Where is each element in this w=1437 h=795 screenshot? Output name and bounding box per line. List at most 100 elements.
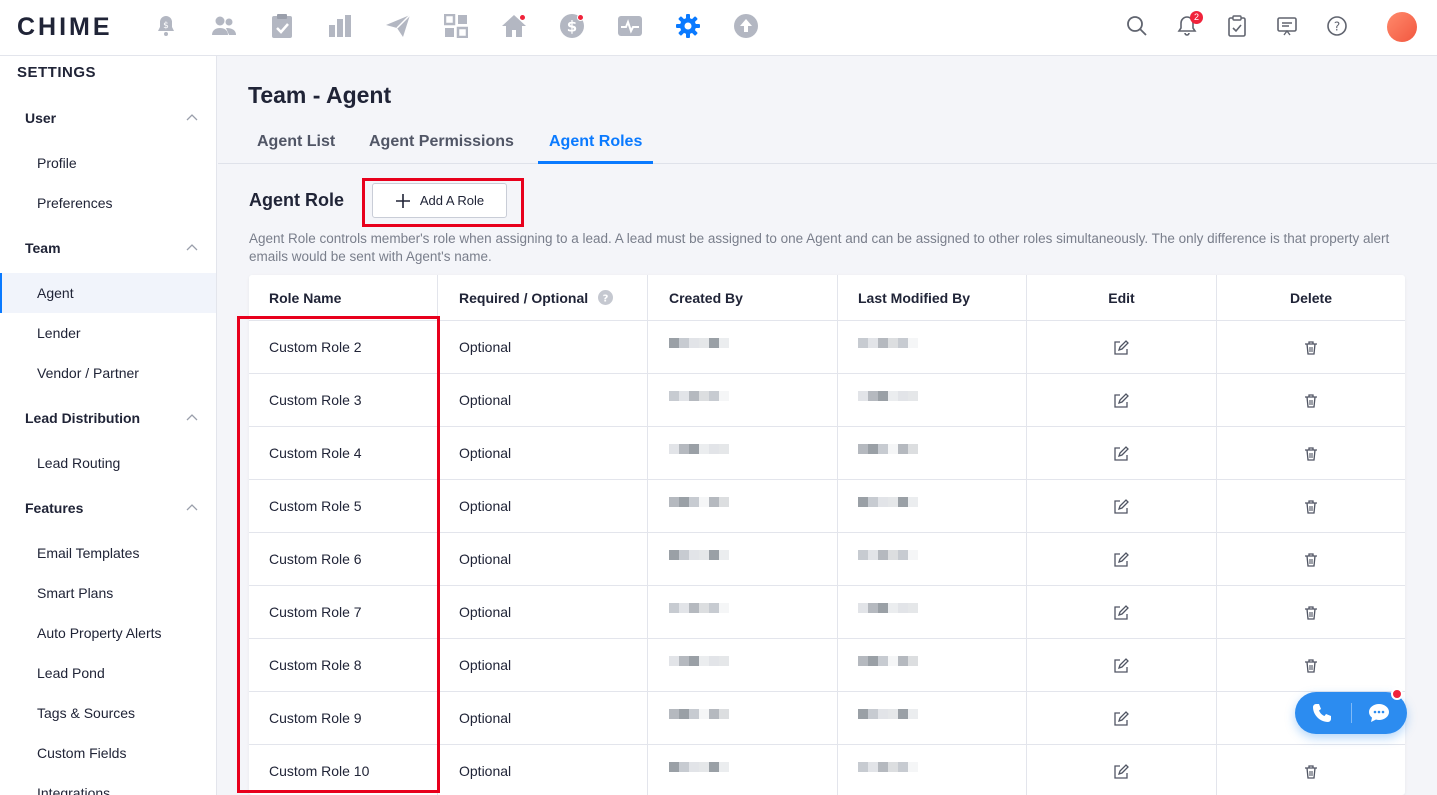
- section-title: Agent Role: [249, 190, 345, 210]
- edit-icon[interactable]: [1113, 711, 1129, 727]
- header-delete: Delete: [1289, 290, 1333, 306]
- tab-agent-list[interactable]: Agent List: [257, 133, 335, 164]
- edit-icon[interactable]: [1113, 340, 1129, 356]
- chevron-up-icon[interactable]: [186, 412, 198, 424]
- help-icon[interactable]: ?: [1323, 12, 1351, 40]
- header-created-by: Created By: [669, 290, 743, 306]
- chat-bubble-icon[interactable]: [1368, 703, 1390, 723]
- edit-icon[interactable]: [1113, 552, 1129, 568]
- header-required-optional-label: Required / Optional: [459, 290, 589, 306]
- sidebar-group-user[interactable]: User: [25, 110, 56, 126]
- floating-contact-widget: [1295, 688, 1407, 734]
- settings-sidebar: SETTINGS User Profile Preferences Team A…: [0, 56, 217, 795]
- trash-icon[interactable]: [1303, 446, 1319, 462]
- help-tooltip-icon[interactable]: ?: [598, 290, 614, 305]
- chevron-up-icon[interactable]: [186, 242, 198, 254]
- people-icon[interactable]: [210, 12, 238, 40]
- sidebar-item-custom-fields[interactable]: Custom Fields: [0, 733, 216, 773]
- edit-icon[interactable]: [1113, 446, 1129, 462]
- edit-icon[interactable]: [1113, 499, 1129, 515]
- sidebar-item-tags-sources[interactable]: Tags & Sources: [0, 693, 216, 733]
- activity-icon[interactable]: [616, 12, 644, 40]
- required-optional-cell: Optional: [459, 763, 512, 779]
- sidebar-item-profile[interactable]: Profile: [0, 143, 216, 183]
- task-clipboard-icon[interactable]: [1223, 12, 1251, 40]
- trash-icon[interactable]: [1303, 499, 1319, 515]
- trash-icon[interactable]: [1303, 340, 1319, 356]
- edit-icon[interactable]: [1113, 393, 1129, 409]
- role-name-cell: Custom Role 9: [269, 710, 362, 726]
- chevron-up-icon[interactable]: [186, 112, 198, 124]
- sidebar-group-team[interactable]: Team: [25, 240, 61, 256]
- sidebar-item-integrations[interactable]: Integrations: [0, 773, 216, 795]
- home-icon[interactable]: [500, 12, 528, 40]
- apps-grid-icon[interactable]: [442, 12, 470, 40]
- dollar-notification-dot: [577, 14, 584, 21]
- sidebar-group-lead-distribution[interactable]: Lead Distribution: [25, 410, 140, 426]
- table-row: Custom Role 8 Optional: [249, 639, 1405, 692]
- chime-logo[interactable]: CHIME: [17, 13, 113, 42]
- table-row: Custom Role 4 Optional: [249, 427, 1405, 480]
- agent-roles-table: Role Name Required / Optional ? Created …: [249, 275, 1405, 795]
- widget-divider: [1351, 703, 1352, 723]
- table-row: Custom Role 6 Optional: [249, 533, 1405, 586]
- tab-agent-roles[interactable]: Agent Roles: [538, 133, 654, 164]
- lead-bell-icon[interactable]: $: [152, 12, 180, 40]
- modified-by-redacted: [858, 391, 948, 401]
- settings-gear-icon[interactable]: [674, 12, 702, 40]
- plus-icon: [395, 193, 410, 208]
- edit-icon[interactable]: [1113, 605, 1129, 621]
- sidebar-group-features[interactable]: Features: [25, 500, 83, 516]
- user-avatar[interactable]: [1387, 12, 1417, 42]
- message-board-icon[interactable]: [1273, 12, 1301, 40]
- role-name-cell: Custom Role 5: [269, 498, 362, 514]
- edit-icon[interactable]: [1113, 764, 1129, 780]
- table-row: Custom Role 10 Optional: [249, 745, 1405, 795]
- add-role-label: Add A Role: [419, 193, 485, 208]
- trash-icon[interactable]: [1303, 764, 1319, 780]
- add-role-button[interactable]: Add A Role: [372, 183, 507, 218]
- search-icon[interactable]: [1123, 12, 1151, 40]
- sidebar-item-auto-property-alerts[interactable]: Auto Property Alerts: [0, 613, 216, 653]
- sidebar-item-preferences[interactable]: Preferences: [0, 183, 216, 223]
- table-row: Custom Role 9 Optional: [249, 692, 1405, 745]
- modified-by-redacted: [858, 603, 948, 613]
- sidebar-item-lead-routing[interactable]: Lead Routing: [0, 443, 216, 483]
- sidebar-item-agent[interactable]: Agent: [0, 273, 216, 313]
- required-optional-cell: Optional: [459, 710, 512, 726]
- sidebar-item-lead-pond[interactable]: Lead Pond: [0, 653, 216, 693]
- required-optional-cell: Optional: [459, 392, 512, 408]
- trash-icon[interactable]: [1303, 658, 1319, 674]
- role-name-cell: Custom Role 6: [269, 551, 362, 567]
- tab-agent-permissions[interactable]: Agent Permissions: [369, 133, 514, 164]
- created-by-redacted: [669, 391, 759, 401]
- required-optional-cell: Optional: [459, 604, 512, 620]
- modified-by-redacted: [858, 444, 948, 454]
- created-by-redacted: [669, 338, 759, 348]
- paper-plane-icon[interactable]: [384, 12, 412, 40]
- trash-icon[interactable]: [1303, 605, 1319, 621]
- modified-by-redacted: [858, 550, 948, 560]
- trash-icon[interactable]: [1303, 393, 1319, 409]
- sidebar-item-vendor-partner[interactable]: Vendor / Partner: [0, 353, 216, 393]
- sidebar-item-email-templates[interactable]: Email Templates: [0, 533, 216, 573]
- sidebar-title: SETTINGS: [17, 64, 97, 81]
- dollar-icon[interactable]: $: [558, 12, 586, 40]
- svg-text:$: $: [163, 21, 169, 31]
- trash-icon[interactable]: [1303, 552, 1319, 568]
- clipboard-check-icon[interactable]: [268, 12, 296, 40]
- created-by-redacted: [669, 497, 759, 507]
- bar-chart-icon[interactable]: [326, 12, 354, 40]
- role-name-cell: Custom Role 4: [269, 445, 362, 461]
- notification-bell-icon[interactable]: 2: [1173, 11, 1203, 40]
- sidebar-item-smart-plans[interactable]: Smart Plans: [0, 573, 216, 613]
- created-by-redacted: [669, 603, 759, 613]
- edit-icon[interactable]: [1113, 658, 1129, 674]
- sidebar-item-lender[interactable]: Lender: [0, 313, 216, 353]
- upload-icon[interactable]: [732, 12, 760, 40]
- phone-icon[interactable]: [1312, 703, 1332, 723]
- role-name-cell: Custom Role 3: [269, 392, 362, 408]
- modified-by-redacted: [858, 762, 948, 772]
- chevron-up-icon[interactable]: [186, 502, 198, 514]
- tab-bar: Agent List Agent Permissions Agent Roles: [218, 124, 1437, 164]
